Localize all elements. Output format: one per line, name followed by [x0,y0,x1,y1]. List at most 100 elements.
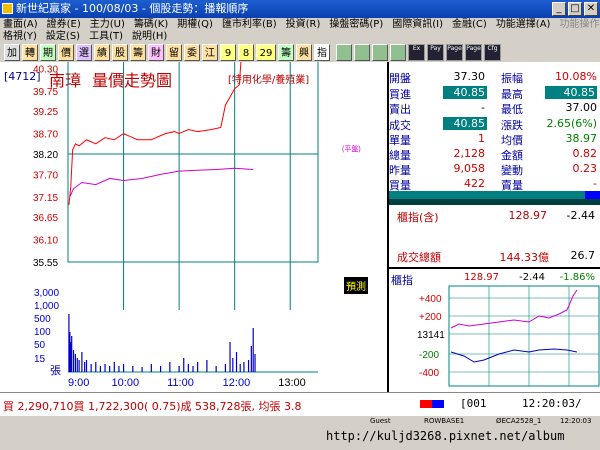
toolbar-button-8[interactable]: 財 [148,44,164,61]
toolbar-app-icon-3[interactable]: Page [465,44,482,61]
mini-tick-4: -400 [419,368,439,379]
menu-item-7[interactable]: 操盤密碼(P) [329,19,383,30]
toolbar-icon-btn-2[interactable] [372,44,388,61]
price-volume-chart: 40.8540.3039.7539.2538.7038.2037.7037.15… [33,62,361,389]
ask-value: - [481,101,485,114]
toolbar-app-icon-1[interactable]: Pay [427,44,444,61]
menu-item-5[interactable]: 匯市利率(B) [222,19,277,30]
price-tick-10: 35.55 [33,258,58,269]
open-label: 開盤 [389,72,411,85]
stock-code-input[interactable]: [001 [460,397,487,410]
minimize-button[interactable]: _ [552,2,566,16]
chart-panel: [4712] 南璋 量價走勢圖 [特用化學/養殖業] 40.8540.3039.… [0,62,387,392]
menu-item-disabled[interactable]: 功能操作 [559,19,599,30]
toolbar-button-0[interactable]: 加 [4,44,20,61]
time-tick-3: 12:00 [223,377,251,389]
price-tick-3: 39.25 [33,107,58,118]
unit-label: 單量 [389,134,411,147]
index-value: 128.97 [508,209,548,222]
menu-item-9[interactable]: 金融(C) [452,19,487,30]
buy-vol-value: 422 [464,177,485,190]
toolbar-button-2[interactable]: 期 [40,44,56,61]
time-tick-2: 11:00 [167,377,194,389]
vol-tick-4: 50 [34,340,46,351]
mini-price-line [450,289,578,329]
menu-item-0[interactable]: 畫面(A) [3,19,38,30]
toolbar-tail-0[interactable]: 籌 [278,44,294,61]
status-blue-marker [432,400,444,408]
toolbar-app-icon-2[interactable]: Page [446,44,463,61]
menu-item-sub-0[interactable]: 格視(Y) [3,31,37,42]
status-bar: 買 2,290,710買 1,722,300( 0.75)成 538,728張,… [0,392,600,416]
low-label: 最低 [501,103,523,116]
price-tick-2: 39.75 [33,87,58,98]
toolbar-button-6[interactable]: 股 [112,44,128,61]
toolbar-num-0[interactable]: 9 [220,44,236,61]
toolbar-num-1[interactable]: 8 [238,44,254,61]
time-tick-1: 10:00 [112,377,140,389]
toolbar-button-7[interactable]: 籌 [130,44,146,61]
menu-item-sub-2[interactable]: 工具(T) [89,31,123,42]
toolbar-button-1[interactable]: 轉 [22,44,38,61]
close-button[interactable]: ✕ [584,2,598,16]
toolbar-tail-1[interactable]: 興 [296,44,312,61]
toolbar-button-4[interactable]: 選 [76,44,92,61]
vol-tick-1: 1,000 [34,301,59,312]
toolbar-app-icon-0[interactable]: Ex [408,44,425,61]
toolbar-num-2[interactable]: 29 [256,44,276,61]
yday-vol-label: 昨量 [389,164,411,177]
toolbar-app-icon-4[interactable]: Cfg [484,44,501,61]
total-amount-value: 144.33億 [499,251,550,264]
toolbar-button-9[interactable]: 留 [166,44,182,61]
bid-value: 40.85 [443,86,487,99]
vol-unit: 張 [50,364,61,377]
status-time: 12:20:03/ [522,397,582,410]
toolbar-button-5[interactable]: 績 [94,44,110,61]
price-tick-7: 37.15 [33,193,58,204]
bottom-bar: Guest ROWBASE1 ØECA2528_1 12:20:03 http:… [0,416,600,450]
vol-tick-0: 3,000 [34,288,59,299]
open-value: 37.30 [453,70,486,83]
bottom-time: 12:20:03 [560,417,592,425]
status-text: 買 2,290,710買 1,722,300( 0.75)成 538,728張,… [3,400,302,413]
menu-item-6[interactable]: 投資(R) [286,19,321,30]
amp-value: 10.08% [555,70,597,83]
change-value: 2.65(6%) [546,117,597,130]
toolbar-button-11[interactable]: 江 [202,44,218,61]
toolbar-icon-btn-0[interactable] [336,44,352,61]
menu-item-8[interactable]: 國際資訊(I) [392,19,443,30]
vol-tick-3: 100 [34,327,51,338]
toolbar-button-3[interactable]: 價 [58,44,74,61]
predict-button[interactable]: 預測 [344,277,368,294]
amp-label: 振幅 [501,72,523,85]
ask-label: 賣出 [389,103,411,116]
buy-sell-ratio-bar [389,191,600,199]
turnover-label: 變動 [501,164,523,177]
price-tick-4: 38.70 [33,130,58,141]
toolbar-tail-2[interactable]: 指 [314,44,330,61]
menu-item-10[interactable]: 功能選擇(A) [496,19,551,30]
toolbar-icon-btn-1[interactable] [354,44,370,61]
ref-price-tag: (平盤) [342,144,361,153]
turnover-value: 0.23 [572,162,598,175]
menu-item-sub-1[interactable]: 設定(S) [46,31,80,42]
session-id: ØECA2528_1 [496,417,542,425]
change-label: 漲跌 [501,119,523,132]
toolbar-icon-btn-3[interactable] [390,44,406,61]
menu-item-3[interactable]: 籌碼(K) [134,19,168,30]
price-line [68,62,242,205]
quote-panel: 開盤 37.30 振幅 10.08% 買進 40.85 最高 40.85 賣出 … [387,62,600,392]
toolbar-button-10[interactable]: 委 [184,44,200,61]
avg-price-line [69,167,254,197]
server-name: ROWBASE1 [424,417,465,425]
panel-divider [389,267,600,269]
yday-vol-value: 9,058 [453,162,486,175]
menu-item-4[interactable]: 期權(Q) [177,19,213,30]
menu-item-sub-3[interactable]: 說明(H) [132,31,167,42]
menu-item-2[interactable]: 主力(U) [90,19,125,30]
mini-frame [448,285,600,387]
user-name: Guest [370,417,391,425]
maximize-button[interactable]: □ [568,2,582,16]
menu-item-1[interactable]: 證券(E) [47,19,81,30]
time-tick-0: 9:00 [68,377,89,389]
